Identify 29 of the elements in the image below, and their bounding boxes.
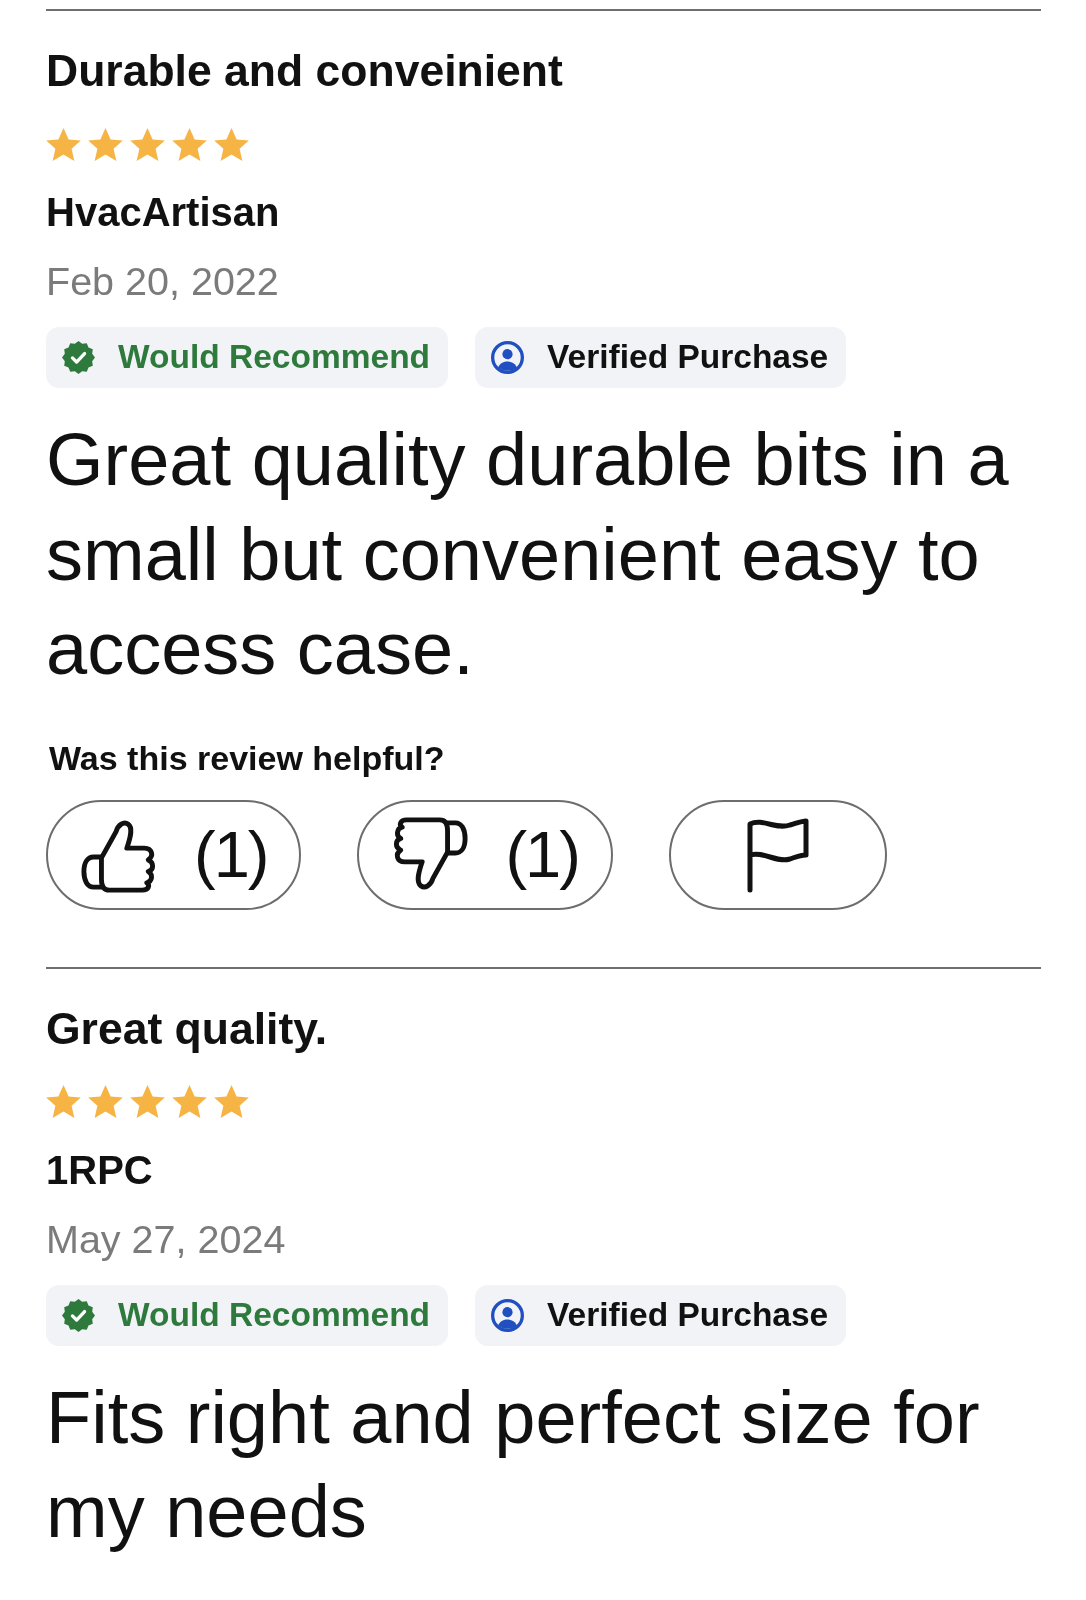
star-icon [130,1085,165,1118]
recommend-label: Would Recommend [118,337,431,378]
recommend-label: Would Recommend [118,1294,431,1335]
star-icon [46,127,81,161]
reviewer-name: HvacArtisan [46,189,281,235]
user-circle-icon [491,341,525,374]
star-icon [46,1085,81,1118]
verified-label: Verified Purchase [547,337,829,378]
thumbs-up-button[interactable]: (1) [46,799,302,910]
review-date: May 27, 2024 [46,1215,287,1262]
verified-label: Verified Purchase [547,1294,829,1335]
star-icon [88,127,123,161]
reviewer-name: 1RPC [46,1146,154,1193]
review-text: Great quality durable bits in a small but convenient easy to access case. [46,417,1010,692]
star-icon [214,1085,249,1118]
review-title: Great quality. [46,1002,329,1055]
thumbs-down-button[interactable]: (1) [357,799,613,910]
seal-check-icon [62,341,95,374]
star-icon [88,1085,123,1118]
star-icon [172,127,207,161]
review-title: Durable and conveinient [46,45,564,97]
seal-check-icon [62,1298,95,1332]
star-icon [130,127,165,161]
star-icon [172,1085,207,1118]
review-text: Fits right and perfect size for my needs [46,1374,981,1555]
helpful-prompt: Was this review helpful? [48,737,446,778]
star-icon [214,127,249,161]
user-circle-icon [491,1298,525,1332]
review-date: Feb 20, 2022 [46,258,280,304]
